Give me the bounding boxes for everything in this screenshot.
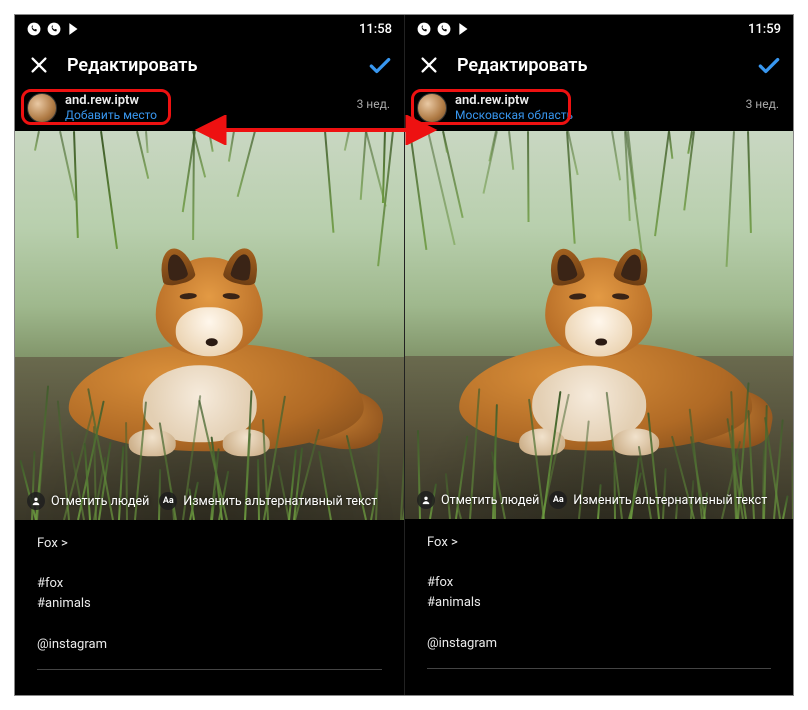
status-bar: 11:59 xyxy=(405,15,793,43)
person-icon xyxy=(417,491,435,509)
edit-alt-button[interactable]: Aa Изменить альтернативный текст xyxy=(549,491,767,509)
header-title: Редактировать xyxy=(457,55,741,76)
viber-icon xyxy=(437,22,451,36)
check-icon xyxy=(367,52,393,78)
close-button[interactable] xyxy=(25,51,53,79)
edit-header: Редактировать xyxy=(405,43,793,87)
post-photo[interactable]: Отметить людей Aa Изменить альтернативны… xyxy=(405,131,793,519)
status-bar: 11:58 xyxy=(15,15,404,43)
grass-layer xyxy=(15,131,404,520)
avatar[interactable] xyxy=(27,93,57,123)
check-icon xyxy=(756,52,782,78)
tag-people-label: Отметить людей xyxy=(441,493,539,508)
status-icons xyxy=(417,22,471,36)
post-age: 3 нед. xyxy=(746,97,779,111)
username[interactable]: and.rew.iptw xyxy=(65,94,157,109)
caption-divider xyxy=(427,668,771,669)
comparison-stage: 11:58 Редактировать and.rew.iptw Добавит… xyxy=(14,14,794,696)
viber-icon xyxy=(47,22,61,36)
post-age: 3 нед. xyxy=(357,97,390,111)
tag-people-button[interactable]: Отметить людей xyxy=(417,491,539,509)
play-store-icon xyxy=(67,22,81,36)
viber-icon xyxy=(417,22,431,36)
person-icon xyxy=(27,492,45,510)
caption-input[interactable]: Fox > #fox #animals @instagram xyxy=(15,520,404,663)
caption-divider xyxy=(37,669,382,670)
aa-icon: Aa xyxy=(159,492,177,510)
caption-input[interactable]: Fox > #fox #animals @instagram xyxy=(405,519,793,662)
close-button[interactable] xyxy=(415,51,443,79)
tag-people-label: Отметить людей xyxy=(51,494,149,509)
close-icon xyxy=(28,54,50,76)
avatar[interactable] xyxy=(417,93,447,123)
edit-alt-label: Изменить альтернативный текст xyxy=(183,494,377,509)
tag-people-button[interactable]: Отметить людей xyxy=(27,492,149,510)
photo-overlay-actions: Отметить людей Aa Изменить альтернативны… xyxy=(15,482,404,520)
add-location-link[interactable]: Добавить место xyxy=(65,109,157,123)
edit-alt-button[interactable]: Aa Изменить альтернативный текст xyxy=(159,492,377,510)
location-link[interactable]: Московская область xyxy=(455,109,573,123)
photo-overlay-actions: Отметить людей Aa Изменить альтернативны… xyxy=(405,481,793,519)
close-icon xyxy=(418,54,440,76)
header-title: Редактировать xyxy=(67,55,352,76)
post-header: and.rew.iptw Московская область 3 нед. xyxy=(405,87,793,131)
status-icons xyxy=(27,22,81,36)
post-photo[interactable]: Отметить людей Aa Изменить альтернативны… xyxy=(15,131,404,520)
play-store-icon xyxy=(457,22,471,36)
aa-icon: Aa xyxy=(549,491,567,509)
confirm-button[interactable] xyxy=(366,51,394,79)
phone-left: 11:58 Редактировать and.rew.iptw Добавит… xyxy=(15,15,404,695)
clock: 11:59 xyxy=(748,22,781,37)
edit-header: Редактировать xyxy=(15,43,404,87)
viber-icon xyxy=(27,22,41,36)
edit-alt-label: Изменить альтернативный текст xyxy=(573,493,767,508)
username[interactable]: and.rew.iptw xyxy=(455,94,573,109)
post-header: and.rew.iptw Добавить место 3 нед. xyxy=(15,87,404,131)
grass-layer xyxy=(405,131,793,519)
phone-right: 11:59 Редактировать and.rew.iptw Московс… xyxy=(404,15,793,695)
clock: 11:58 xyxy=(359,22,392,37)
confirm-button[interactable] xyxy=(755,51,783,79)
